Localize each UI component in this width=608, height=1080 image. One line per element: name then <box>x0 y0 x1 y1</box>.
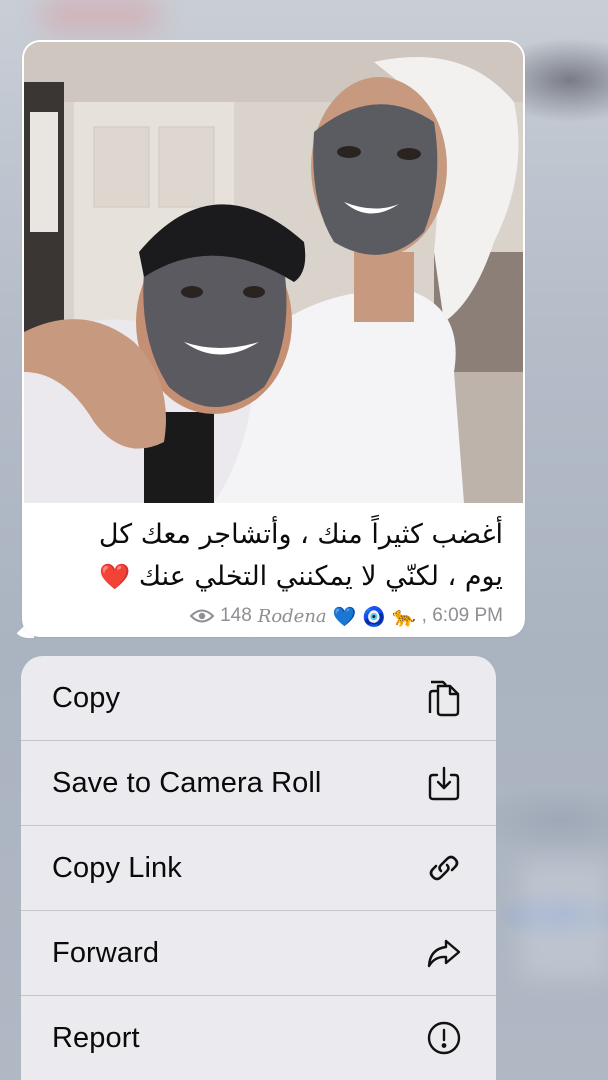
message-bubble[interactable]: أغضب كثيراً منك ، وأتشاجر معك كل يوم ، ل… <box>22 40 525 637</box>
copy-icon <box>424 678 464 718</box>
menu-item-report[interactable]: Report <box>21 996 496 1080</box>
blue-heart-emoji: 💙 <box>332 605 357 628</box>
message-time: , 6:09 PM <box>421 605 503 626</box>
menu-item-label: Report <box>52 1021 140 1054</box>
context-menu: Copy Save to Camera Roll Copy Link Forwa… <box>21 656 496 1080</box>
leopard-emoji: 🐆 <box>392 605 416 628</box>
message-photo[interactable] <box>24 42 523 503</box>
menu-item-copy-link[interactable]: Copy Link <box>21 826 496 910</box>
menu-item-save-to-camera-roll[interactable]: Save to Camera Roll <box>21 741 496 825</box>
message-caption: أغضب كثيراً منك ، وأتشاجر معك كل يوم ، ل… <box>42 514 503 598</box>
author-signature: Rodena <box>257 605 327 627</box>
menu-item-forward[interactable]: Forward <box>21 911 496 995</box>
forward-arrow-icon <box>424 933 464 973</box>
menu-item-label: Copy Link <box>52 851 182 884</box>
message-meta: 148 Rodena 💙 🧿 🐆 , 6:09 PM <box>190 603 503 629</box>
menu-item-label: Forward <box>52 936 160 969</box>
save-download-icon <box>424 763 464 803</box>
eye-icon <box>190 608 215 624</box>
link-icon <box>424 848 464 888</box>
exclamation-circle-icon <box>424 1018 464 1058</box>
evil-eye-emoji: 🧿 <box>362 605 386 628</box>
caption-line-2: يوم ، لكنّي لا يمكنني التخلي عنك ❤️ <box>42 556 503 598</box>
menu-item-label: Copy <box>52 681 121 714</box>
caption-line-2-text: يوم ، لكنّي لا يمكنني التخلي عنك <box>138 561 503 592</box>
view-count: 148 <box>220 605 252 626</box>
caption-line-1: أغضب كثيراً منك ، وأتشاجر معك كل <box>98 519 503 550</box>
menu-item-label: Save to Camera Roll <box>52 766 322 799</box>
red-heart-emoji: ❤️ <box>99 562 131 591</box>
menu-item-copy[interactable]: Copy <box>21 656 496 740</box>
